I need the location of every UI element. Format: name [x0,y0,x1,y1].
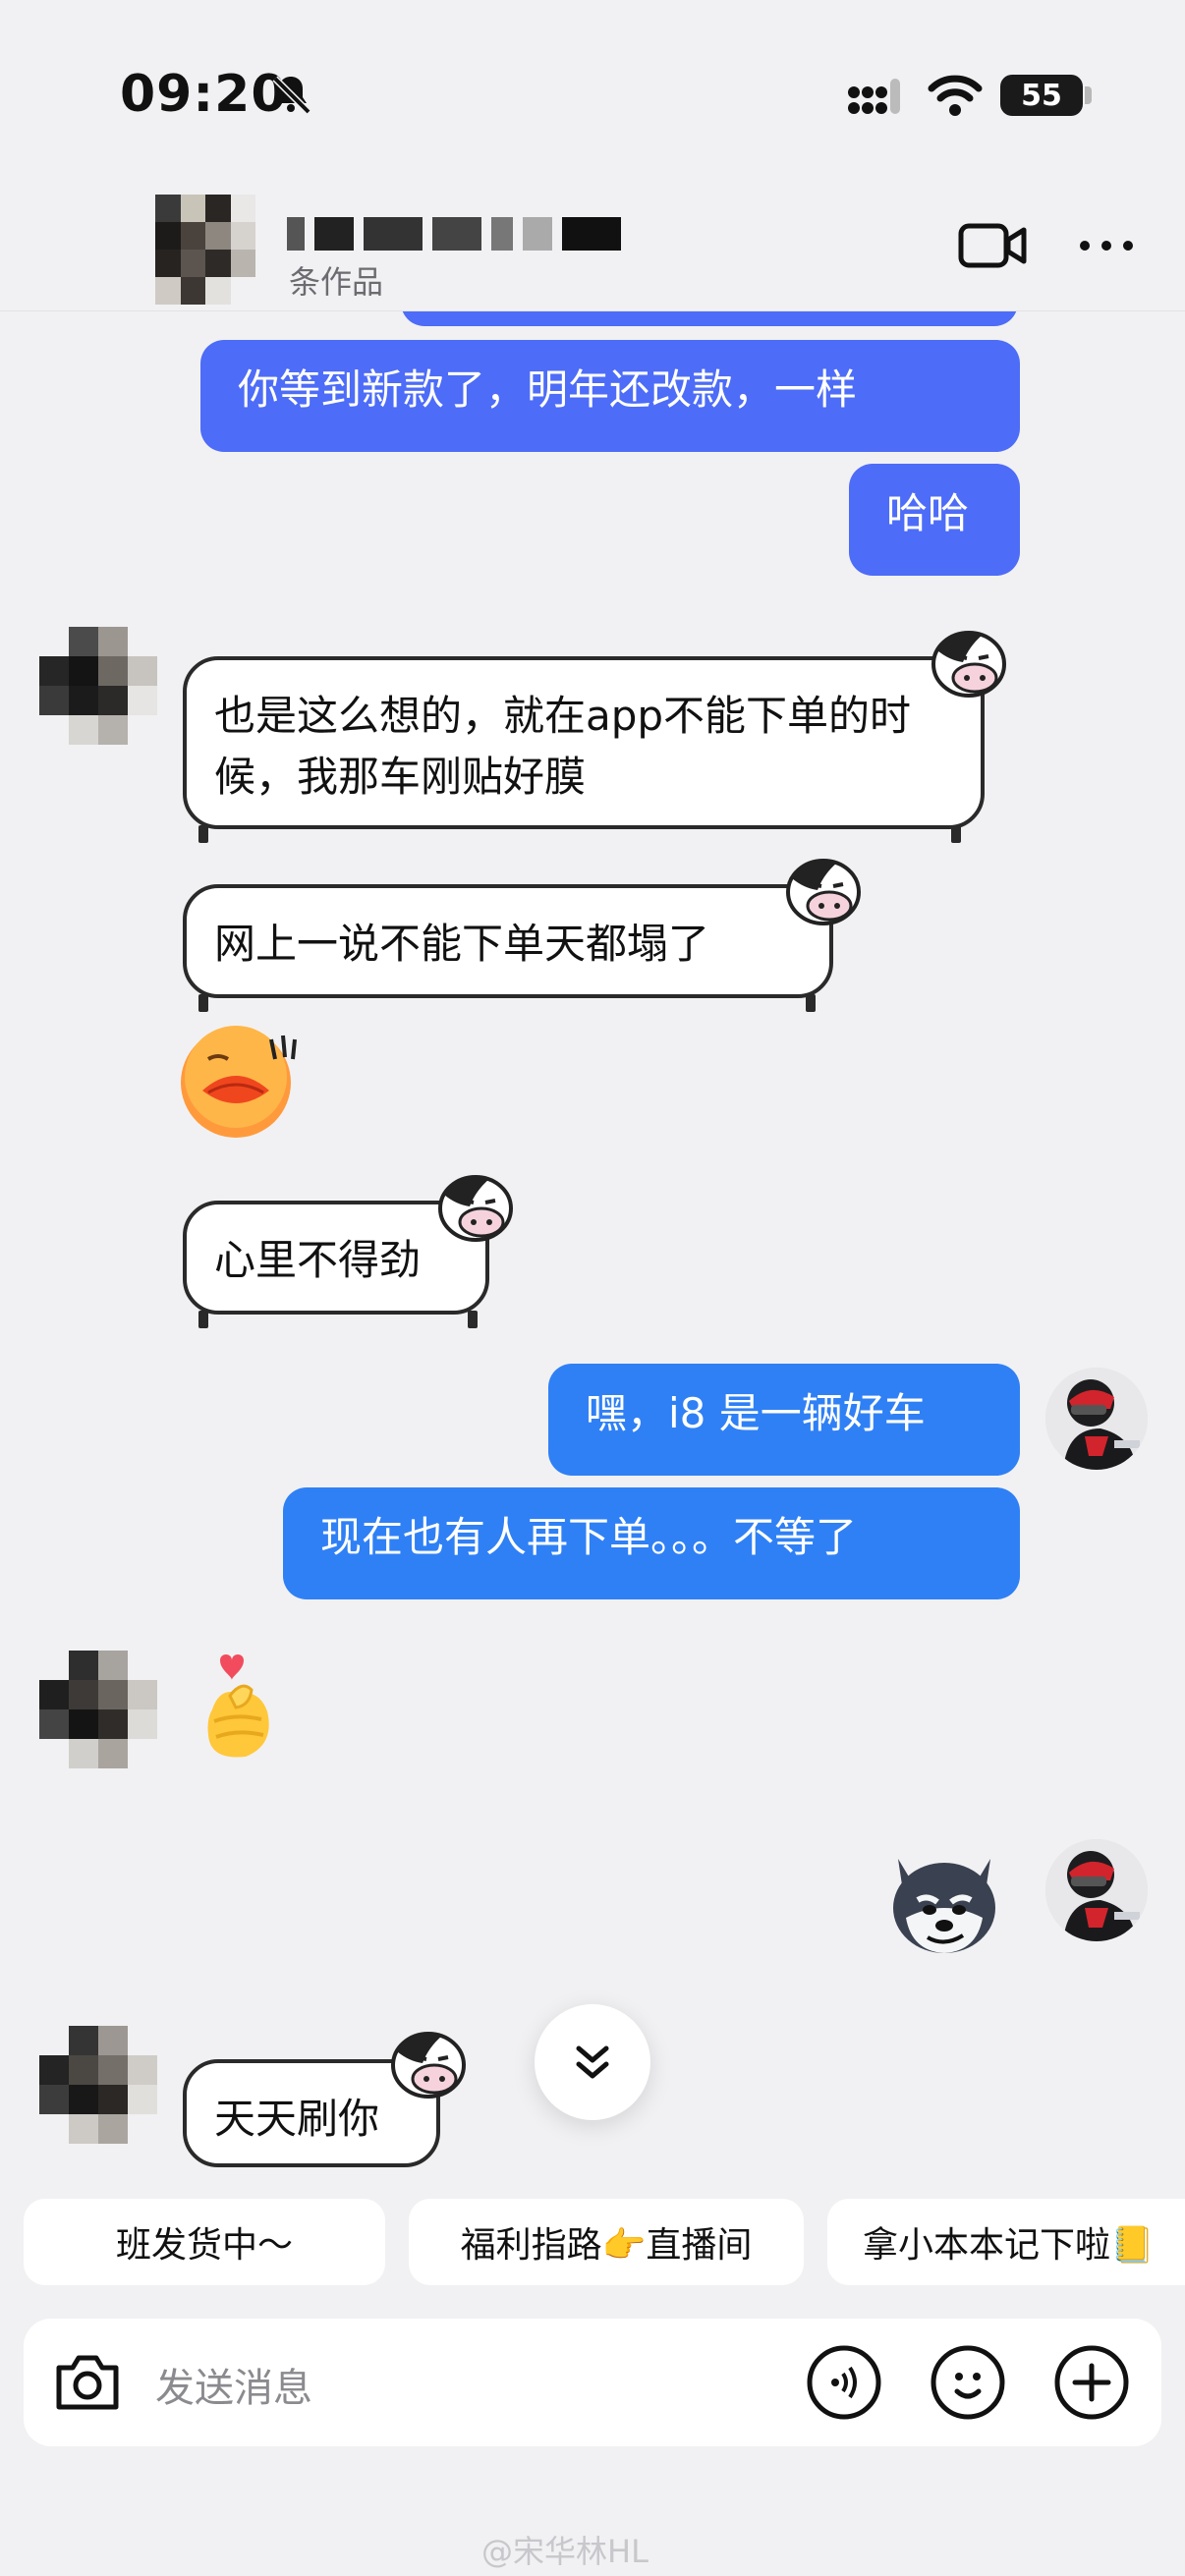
contact-avatar[interactable] [39,1651,157,1768]
cow-head-decoration [391,2032,466,2099]
message-input[interactable]: 发送消息 [155,2356,312,2413]
sent-message[interactable]: 哈哈 [849,464,1020,576]
quick-reply-chip[interactable]: 班发货中～ [24,2199,385,2285]
received-message[interactable]: 也是这么想的，就在app不能下单的时候，我那车刚贴好膜 [183,656,985,829]
cow-leg-decoration [468,1311,478,1328]
more-options-icon[interactable] [1077,228,1136,263]
watermark: @宋华林HL [481,2533,649,2570]
wifi-icon [928,75,983,116]
sent-message[interactable]: 现在也有人再下单。。。不等了 [283,1487,1020,1599]
duck-lips-emoji[interactable] [173,1022,301,1140]
sent-message[interactable]: 你等到新款了，明年还改款，一样 [200,340,1020,452]
bell-muted-icon [272,76,311,115]
cow-leg-decoration [198,994,208,1012]
battery-indicator: 55 [1000,75,1083,116]
video-call-icon[interactable] [957,218,1028,273]
contact-name-redacted[interactable] [287,214,631,253]
cow-leg-decoration [198,1311,208,1328]
cow-leg-decoration [806,994,816,1012]
emoji-icon[interactable] [930,2344,1006,2421]
received-message[interactable]: 网上一说不能下单天都塌了 [183,884,833,998]
battery-tip [1085,86,1092,104]
user-avatar[interactable] [1045,1368,1148,1470]
double-chevron-down-icon [576,2045,609,2079]
cow-head-decoration [438,1175,513,1242]
quick-reply-chip[interactable]: 福利指路👉直播间 [409,2199,804,2285]
camera-icon[interactable] [49,2344,126,2421]
husky-sticker[interactable] [880,1839,1008,1957]
sent-message[interactable]: 嘿，i8 是一辆好车 [548,1364,1020,1476]
add-icon[interactable] [1053,2344,1130,2421]
contact-avatar[interactable] [39,627,157,745]
cellular-signal-icon [848,79,900,114]
contact-avatar[interactable] [155,195,255,305]
finger-heart-emoji[interactable] [191,1651,289,1768]
user-avatar[interactable] [1045,1839,1148,1941]
scroll-to-bottom-button[interactable] [535,2004,650,2120]
cow-leg-decoration [198,825,208,843]
contact-avatar[interactable] [39,2026,157,2144]
cow-head-decoration [931,631,1006,698]
voice-message-icon[interactable] [806,2344,882,2421]
cow-leg-decoration [951,825,961,843]
quick-reply-chip[interactable]: 拿小本本记下啦📒 [827,2199,1185,2285]
cow-head-decoration [786,859,861,925]
contact-works-count: 条作品 [289,263,384,301]
status-time: 09:20 [120,65,288,124]
